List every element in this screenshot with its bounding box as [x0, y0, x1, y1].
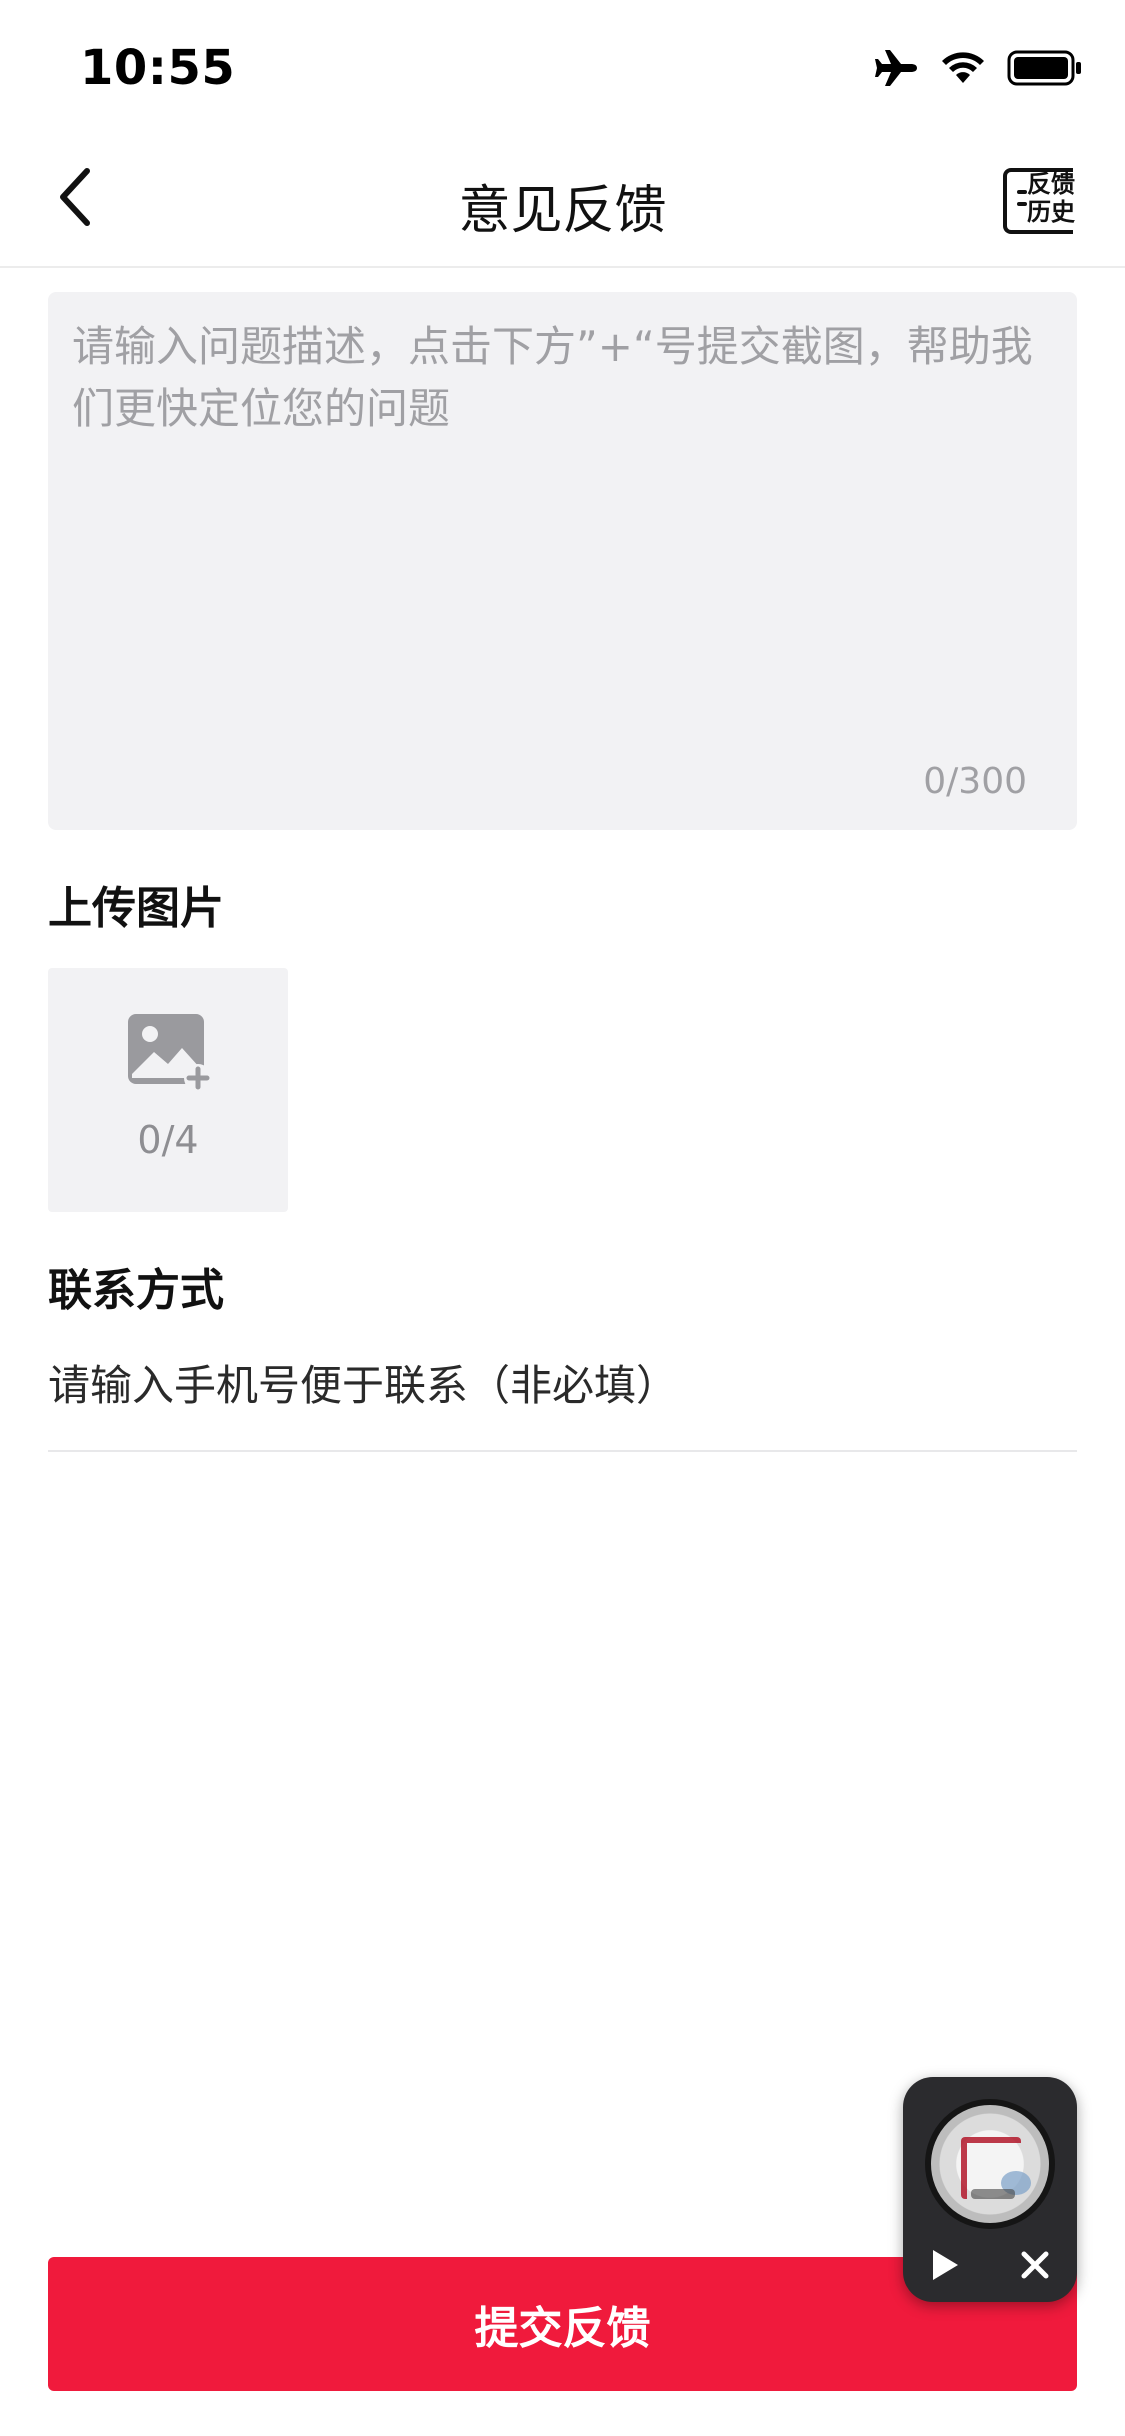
status-time: 10:55: [80, 40, 236, 96]
back-button[interactable]: [40, 164, 110, 234]
description-box: 0/300: [48, 292, 1077, 830]
feedback-screen: 10:55 意见反馈 反馈历史 请输入问题描述，点击下方”+“号提交截图，帮助我…: [0, 0, 1125, 2436]
feedback-history-label: 反馈历史: [1027, 170, 1075, 226]
feedback-history-button[interactable]: 反馈历史: [1003, 168, 1083, 240]
airplane-icon: [873, 48, 919, 92]
page-title: 意见反馈: [458, 181, 667, 241]
add-image-button[interactable]: 0/4: [48, 968, 288, 1212]
chevron-left-icon: [55, 167, 95, 231]
status-bar: 10:55: [0, 0, 1125, 132]
nav-bar: 意见反馈 反馈历史: [0, 132, 1125, 268]
contact-section-title: 联系方式: [48, 1265, 224, 1316]
floating-mini-player[interactable]: [903, 2077, 1077, 2302]
close-icon: [1020, 2250, 1050, 2284]
album-cover-disc[interactable]: [925, 2099, 1055, 2229]
contact-divider: [48, 1450, 1077, 1452]
play-button[interactable]: [921, 2243, 969, 2291]
description-char-counter: 0/300: [923, 761, 1027, 802]
battery-icon: [1007, 50, 1083, 90]
close-player-button[interactable]: [1011, 2243, 1059, 2291]
upload-section-title: 上传图片: [48, 883, 224, 934]
wifi-icon: [941, 51, 985, 89]
upload-count: 0/4: [137, 1118, 199, 1162]
description-input[interactable]: [72, 316, 1052, 736]
contact-phone-input[interactable]: [48, 1340, 1077, 1430]
play-icon: [930, 2248, 960, 2286]
status-icons: [873, 48, 1083, 92]
add-image-icon: [126, 1012, 212, 1092]
